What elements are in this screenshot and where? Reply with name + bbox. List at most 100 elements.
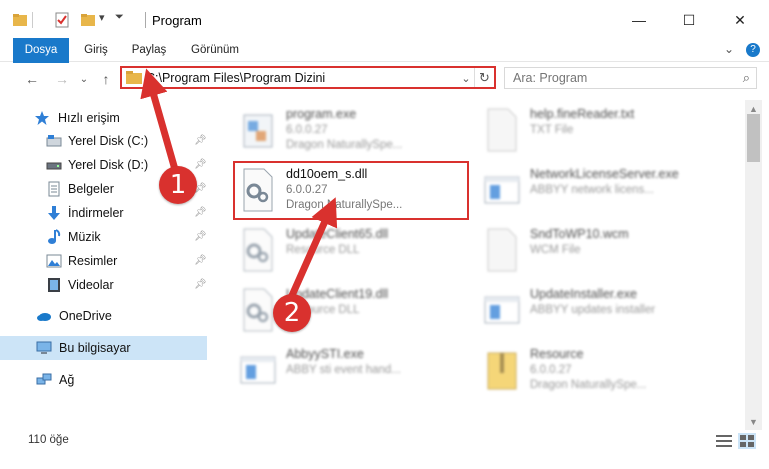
search-box[interactable]: ⌕ (504, 67, 757, 89)
maximize-button[interactable]: ☐ (666, 0, 712, 40)
pin-icon: 📌︎ (194, 135, 207, 146)
address-path[interactable]: C:\Program Files\Program Dizini (146, 71, 325, 85)
file-name: UpdateInstaller.exe (530, 287, 638, 301)
address-bar[interactable]: C:\Program Files\Program Dizini ⌄ ↻ (120, 66, 496, 89)
large-icons-view-icon[interactable] (738, 433, 756, 449)
exe-icon (243, 114, 273, 148)
sidebar-item-music[interactable]: Müzik 📌︎ (0, 225, 207, 249)
sidebar-item-label: İndirmeler (68, 206, 124, 220)
sidebar-item-videos[interactable]: Videolar 📌︎ (0, 273, 207, 297)
pictures-icon (46, 254, 62, 268)
sidebar-item-onedrive[interactable]: OneDrive (0, 304, 207, 328)
file-name: program.exe (286, 107, 357, 121)
window-icon (484, 296, 520, 324)
minimize-button[interactable]: — (616, 0, 662, 40)
list-item[interactable]: program.exe 6.0.0.27 Dragon NaturallySpe… (238, 103, 458, 159)
sidebar-item-pictures[interactable]: Resimler 📌︎ (0, 249, 207, 273)
sidebar-item-label: Belgeler (68, 182, 114, 196)
download-icon (48, 206, 60, 220)
up-button[interactable]: ↑ (96, 69, 116, 89)
sidebar-item-network[interactable]: Ağ (0, 368, 207, 392)
search-input[interactable] (505, 68, 725, 88)
tab-home[interactable]: Giriş (76, 38, 116, 62)
close-button[interactable]: ✕ (717, 0, 763, 40)
help-icon[interactable]: ? (746, 43, 760, 57)
sidebar-item-quick-access[interactable]: Hızlı erişim (0, 106, 207, 130)
search-icon: ⌕ (742, 70, 750, 85)
file-description: Resource DLL (286, 244, 360, 256)
videos-icon (48, 278, 60, 292)
star-icon (35, 111, 49, 125)
file-description: Dragon NaturallySpe... (530, 379, 647, 391)
file-name: help.fineReader.txt (530, 107, 635, 121)
scroll-down-icon[interactable]: ▼ (745, 413, 762, 430)
tab-view[interactable]: Görünüm (184, 38, 246, 62)
dll-icon (243, 228, 273, 272)
details-view-icon[interactable] (715, 433, 733, 449)
file-description: ABBY sti event hand... (286, 364, 401, 376)
dll-icon (243, 288, 273, 332)
recent-locations-button[interactable]: ⌄ (74, 69, 94, 89)
pin-icon: 📌︎ (194, 279, 207, 290)
file-name: AbbyySTI.exe (286, 347, 364, 361)
file-description: ABBYY updates installer (530, 304, 656, 316)
separator (32, 12, 33, 28)
pin-icon: 📌︎ (194, 159, 207, 170)
file-type: TXT File (530, 124, 574, 136)
vertical-scrollbar[interactable]: ▲ ▼ (745, 100, 762, 430)
title-bar: ▾ ⏷ Program — ☐ ✕ (0, 0, 769, 40)
pin-icon: 📌︎ (194, 255, 207, 266)
txt-icon (487, 108, 517, 152)
list-item[interactable]: help.fineReader.txt TXT File (482, 103, 732, 159)
customize-toolbar-icon[interactable]: ⏷ (115, 11, 124, 24)
sidebar-item-label: Hızlı erişim (58, 111, 120, 125)
sidebar-item-label: Videolar (68, 278, 114, 292)
scroll-thumb[interactable] (747, 114, 760, 162)
sidebar-item-label: Müzik (68, 230, 101, 244)
navigation-pane: Hızlı erişim Yerel Disk (C:) 📌︎ Yerel Di… (0, 100, 210, 430)
file-version: 6.0.0.27 (530, 364, 572, 376)
file-description: ABBYY network licens... (530, 184, 654, 196)
expand-ribbon-icon[interactable]: ⌄ (724, 42, 734, 56)
network-icon (36, 373, 52, 385)
new-folder-icon[interactable] (80, 12, 96, 28)
drive-icon (46, 162, 62, 170)
sidebar-item-label: Ağ (59, 373, 75, 387)
item-count: 110 öğe (28, 434, 69, 446)
sidebar-item-label: Bu bilgisayar (59, 341, 131, 355)
list-item[interactable]: NetworkLicenseServer.exe ABBYY network l… (482, 163, 732, 219)
properties-icon[interactable] (54, 12, 70, 28)
list-item[interactable]: SndToWP10.wcm WCM File (482, 223, 732, 279)
file-name: NetworkLicenseServer.exe (530, 167, 679, 181)
music-icon (48, 229, 61, 244)
folder-icon (126, 71, 142, 84)
drive-icon (46, 135, 62, 147)
title-separator (145, 12, 146, 28)
qa-dropdown-icon[interactable]: ▾ (99, 11, 105, 24)
sidebar-item-label: Resimler (68, 254, 118, 268)
cloud-icon (37, 313, 51, 321)
list-item[interactable]: Resource 6.0.0.27 Dragon NaturallySpe... (482, 343, 732, 399)
refresh-button[interactable]: ↻ (474, 68, 494, 87)
tab-share[interactable]: Paylaş (124, 38, 174, 62)
list-item[interactable]: UpdateInstaller.exe ABBYY updates instal… (482, 283, 732, 339)
window-title: Program (152, 13, 202, 28)
zip-icon (487, 352, 517, 390)
sidebar-item-this-pc[interactable]: Bu bilgisayar (0, 336, 207, 360)
sidebar-item-label: Yerel Disk (C:) (68, 134, 149, 148)
pin-icon: 📌︎ (194, 231, 207, 242)
sidebar-item-downloads[interactable]: İndirmeler 📌︎ (0, 201, 207, 225)
forward-button[interactable]: → (52, 69, 72, 89)
address-dropdown-icon[interactable]: ⌄ (458, 69, 474, 87)
status-bar: 110 öğe (0, 430, 769, 469)
highlight-box (233, 161, 469, 220)
file-name: UpdateClient65.dll (286, 227, 389, 241)
list-item[interactable]: UpdateClient65.dll Resource DLL (238, 223, 466, 279)
sidebar-item-disk-c[interactable]: Yerel Disk (C:) 📌︎ (0, 129, 207, 153)
sidebar-item-label: OneDrive (59, 309, 112, 323)
list-item[interactable]: AbbyySTI.exe ABBY sti event hand... (238, 343, 466, 399)
folder-icon[interactable] (12, 12, 28, 28)
computer-icon (36, 341, 52, 354)
sidebar-item-label: Yerel Disk (D:) (68, 158, 149, 172)
back-button[interactable]: ← (22, 69, 42, 89)
